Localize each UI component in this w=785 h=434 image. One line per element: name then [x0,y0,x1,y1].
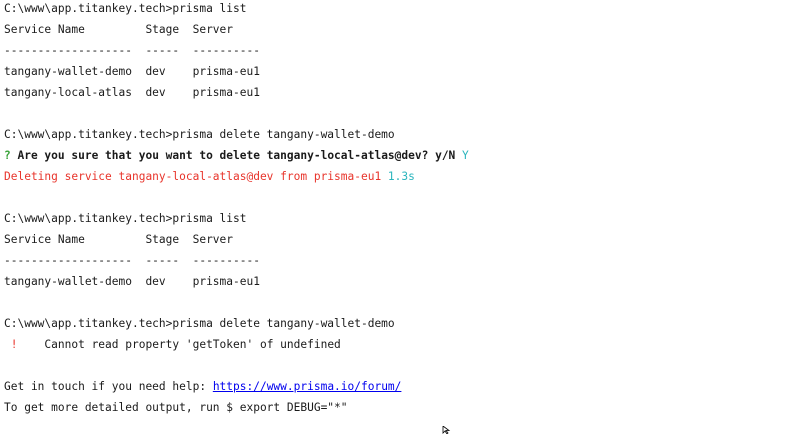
confirm-answer: Y [462,149,469,162]
help-line: Get in touch if you need help: https://w… [4,379,779,400]
terminal-line: Service Name Stage Server [4,22,779,43]
error-line: ! Cannot read property 'getToken' of und… [4,337,779,358]
forum-link[interactable]: https://www.prisma.io/forum/ [213,380,402,393]
question-mark-icon: ? [4,149,11,162]
deleting-status-line: Deleting service tangany-local-atlas@dev… [4,169,779,190]
table-divider: ------------------- ----- ---------- [4,44,260,57]
timing-label: 1.3s [387,170,415,183]
command-text: C:\www\app.titankey.tech>prisma delete t… [4,128,395,141]
table-header: Service Name Stage Server [4,23,234,36]
confirm-prompt-line: ? Are you sure that you want to delete t… [4,148,779,169]
table-divider: ------------------- ----- ---------- [4,254,260,267]
debug-hint-line: To get more detailed output, run $ expor… [4,400,779,421]
confirm-question: Are you sure that you want to delete tan… [10,149,463,162]
table-header: Service Name Stage Server [4,233,234,246]
deleting-message: Deleting service tangany-local-atlas@dev… [4,170,388,183]
terminal-line: Service Name Stage Server [4,232,779,253]
table-row: tangany-wallet-demo dev prisma-eu1 [4,275,260,288]
table-row: tangany-wallet-demo dev prisma-eu1 [4,65,260,78]
terminal-line: C:\www\app.titankey.tech>prisma list [4,211,779,232]
table-row: tangany-local-atlas dev prisma-eu1 [4,86,260,99]
terminal-line: C:\www\app.titankey.tech>prisma delete t… [4,127,779,148]
debug-hint-text: To get more detailed output, run $ expor… [4,401,348,414]
command-text: C:\www\app.titankey.tech>prisma list [4,2,247,15]
command-text: C:\www\app.titankey.tech>prisma delete t… [4,317,395,330]
terminal-output: C:\www\app.titankey.tech>prisma list Ser… [4,1,779,421]
terminal-line: tangany-local-atlas dev prisma-eu1 [4,85,779,106]
terminal-line: tangany-wallet-demo dev prisma-eu1 [4,64,779,85]
terminal-line: C:\www\app.titankey.tech>prisma delete t… [4,316,779,337]
mouse-pointer-icon [442,426,451,434]
terminal-line: ------------------- ----- ---------- [4,43,779,64]
terminal-line: ------------------- ----- ---------- [4,253,779,274]
terminal-line: tangany-wallet-demo dev prisma-eu1 [4,274,779,295]
command-text: C:\www\app.titankey.tech>prisma list [4,212,247,225]
terminal-line: C:\www\app.titankey.tech>prisma list [4,1,779,22]
help-text: Get in touch if you need help: [4,380,213,393]
error-message: Cannot read property 'getToken' of undef… [17,338,341,351]
error-icon: ! [4,338,18,351]
